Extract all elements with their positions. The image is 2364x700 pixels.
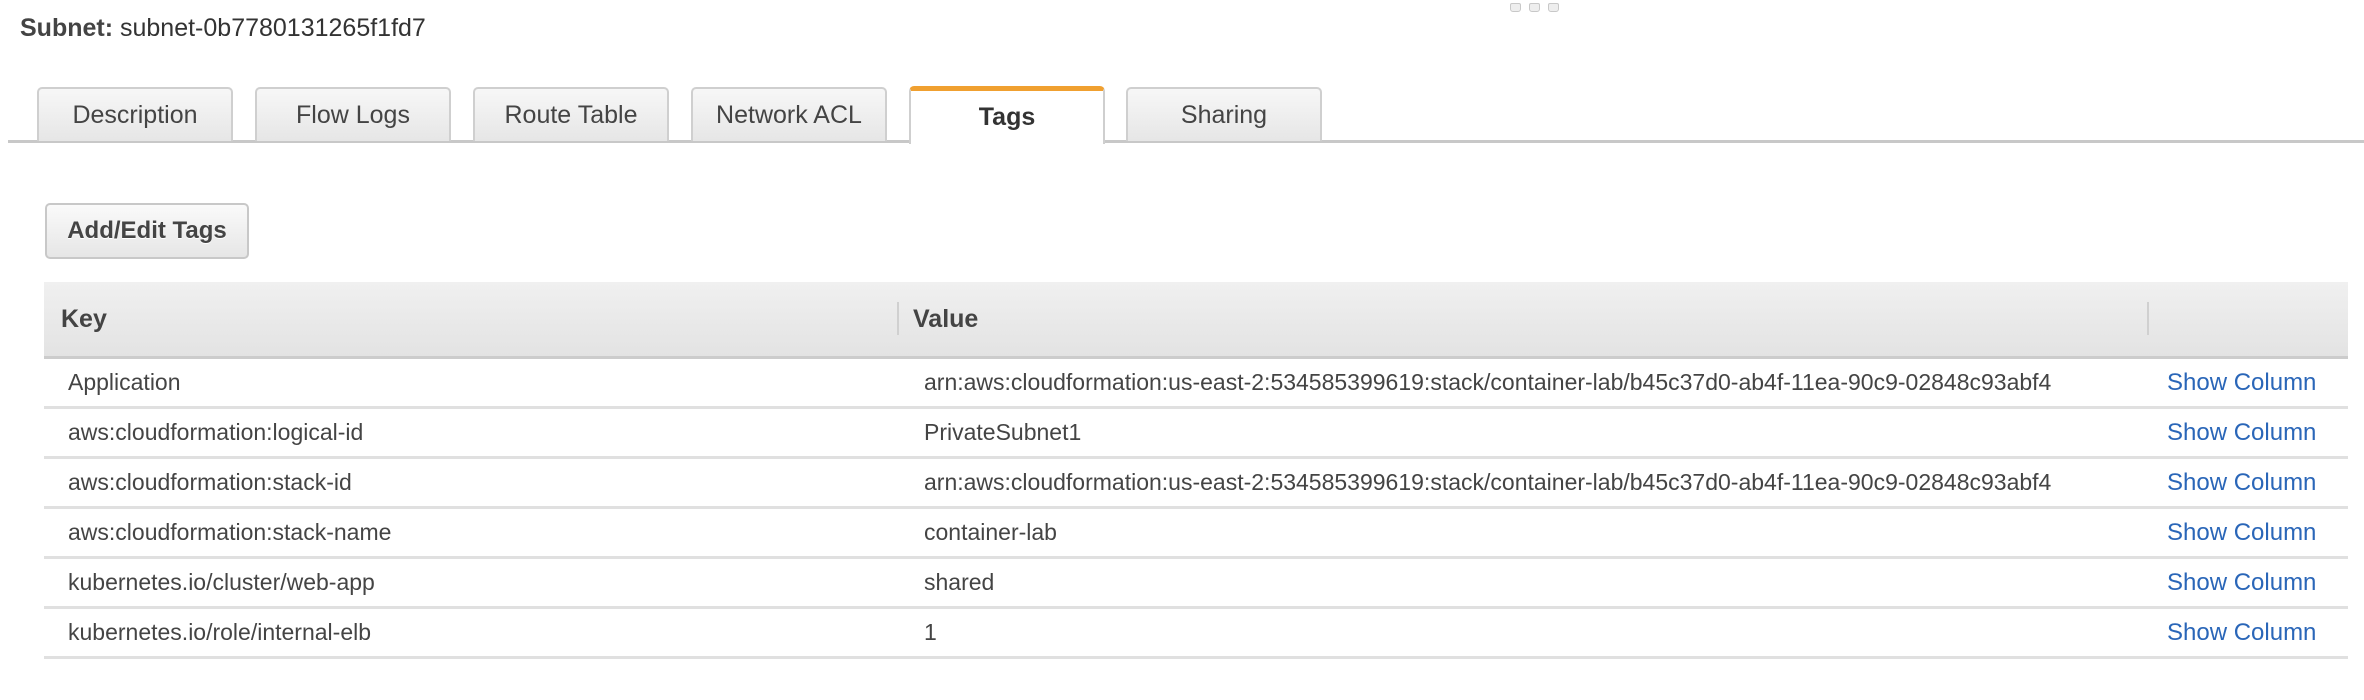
tag-key: aws:cloudformation:logical-id — [68, 419, 364, 445]
tag-value: arn:aws:cloudformation:us-east-2:5345853… — [924, 369, 2052, 395]
table-row: kubernetes.io/cluster/web-app shared Sho… — [44, 559, 2348, 609]
tab-flow-logs[interactable]: Flow Logs — [255, 87, 451, 141]
add-edit-tags-button[interactable]: Add/Edit Tags — [45, 203, 249, 259]
tag-key: aws:cloudformation:stack-name — [68, 519, 392, 545]
tag-value: shared — [924, 569, 995, 595]
tag-value: container-lab — [924, 519, 1057, 545]
column-header-key[interactable]: Key — [61, 282, 107, 356]
table-row: aws:cloudformation:logical-id PrivateSub… — [44, 409, 2348, 459]
tab-tags[interactable]: Tags — [909, 86, 1105, 144]
table-row: kubernetes.io/role/internal-elb 1 Show C… — [44, 609, 2348, 659]
tag-value: 1 — [924, 619, 937, 645]
column-divider[interactable] — [2147, 302, 2149, 335]
tags-table: Key Value Application arn:aws:cloudforma… — [44, 282, 2348, 659]
column-divider[interactable] — [897, 302, 899, 335]
show-column-link[interactable]: Show Column — [2167, 509, 2316, 556]
table-row: aws:cloudformation:stack-name container-… — [44, 509, 2348, 559]
table-header: Key Value — [44, 282, 2348, 359]
tag-value: arn:aws:cloudformation:us-east-2:5345853… — [924, 469, 2052, 495]
tag-key: aws:cloudformation:stack-id — [68, 469, 352, 495]
show-column-link[interactable]: Show Column — [2167, 459, 2316, 506]
table-row: aws:cloudformation:stack-id arn:aws:clou… — [44, 459, 2348, 509]
show-column-link[interactable]: Show Column — [2167, 609, 2316, 656]
show-column-link[interactable]: Show Column — [2167, 359, 2316, 406]
tag-key: kubernetes.io/role/internal-elb — [68, 619, 372, 645]
tag-value: PrivateSubnet1 — [924, 419, 1082, 445]
table-body: Application arn:aws:cloudformation:us-ea… — [44, 359, 2348, 659]
show-column-link[interactable]: Show Column — [2167, 409, 2316, 456]
tab-network-acl[interactable]: Network ACL — [691, 87, 887, 141]
tab-bar: Description Flow Logs Route Table Networ… — [8, 0, 2364, 144]
show-column-link[interactable]: Show Column — [2167, 559, 2316, 606]
tab-sharing[interactable]: Sharing — [1126, 87, 1322, 141]
tag-key: kubernetes.io/cluster/web-app — [68, 569, 375, 595]
table-row: Application arn:aws:cloudformation:us-ea… — [44, 359, 2348, 409]
tab-description[interactable]: Description — [37, 87, 233, 141]
tab-route-table[interactable]: Route Table — [473, 87, 669, 141]
column-header-value[interactable]: Value — [913, 282, 978, 356]
tag-key: Application — [68, 369, 181, 395]
